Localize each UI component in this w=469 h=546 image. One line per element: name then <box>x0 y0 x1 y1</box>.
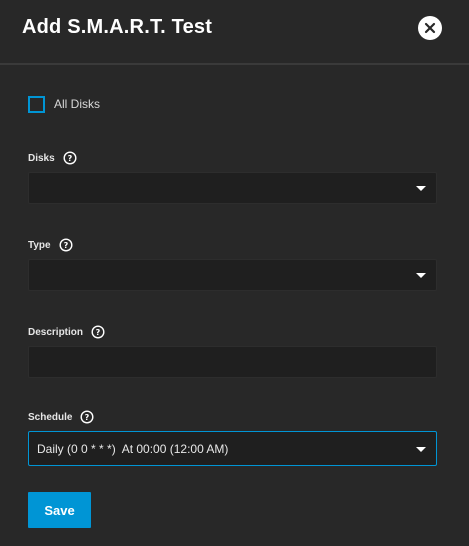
schedule-select-value: Daily (0 0 * * *) At 00:00 (12:00 AM) <box>37 442 229 456</box>
all-disks-checkbox[interactable] <box>28 95 45 113</box>
add-smart-test-dialog: Add S.M.A.R.T. Test All Disks Disks ? Ty… <box>0 0 469 546</box>
chevron-down-icon <box>416 447 426 452</box>
svg-text:?: ? <box>96 328 101 337</box>
schedule-label: Schedule <box>28 411 73 423</box>
help-icon[interactable]: ? <box>80 410 94 424</box>
description-input[interactable] <box>28 346 437 378</box>
help-icon[interactable]: ? <box>91 325 105 339</box>
close-icon <box>424 22 436 34</box>
description-label: Description <box>28 326 84 338</box>
dialog-title: Add S.M.A.R.T. Test <box>22 16 213 38</box>
chevron-down-icon <box>416 186 426 191</box>
all-disks-label: All Disks <box>54 97 101 111</box>
type-label: Type <box>28 239 51 251</box>
schedule-label-row: Schedule ? <box>28 410 94 424</box>
dialog-header: Add S.M.A.R.T. Test <box>0 0 469 65</box>
help-icon[interactable]: ? <box>59 238 73 252</box>
svg-text:?: ? <box>85 413 90 422</box>
disks-label: Disks <box>28 152 55 164</box>
svg-text:?: ? <box>63 241 68 250</box>
description-label-row: Description ? <box>28 325 105 339</box>
help-icon[interactable]: ? <box>63 151 77 165</box>
type-label-row: Type ? <box>28 238 73 252</box>
svg-text:?: ? <box>67 154 72 163</box>
close-button[interactable] <box>418 16 442 40</box>
disks-select[interactable] <box>28 172 437 204</box>
schedule-select[interactable]: Daily (0 0 * * *) At 00:00 (12:00 AM) <box>28 431 437 466</box>
all-disks-row: All Disks <box>28 95 100 113</box>
type-select[interactable] <box>28 259 437 291</box>
disks-label-row: Disks ? <box>28 151 77 165</box>
chevron-down-icon <box>416 273 426 278</box>
save-button[interactable]: Save <box>28 492 91 528</box>
